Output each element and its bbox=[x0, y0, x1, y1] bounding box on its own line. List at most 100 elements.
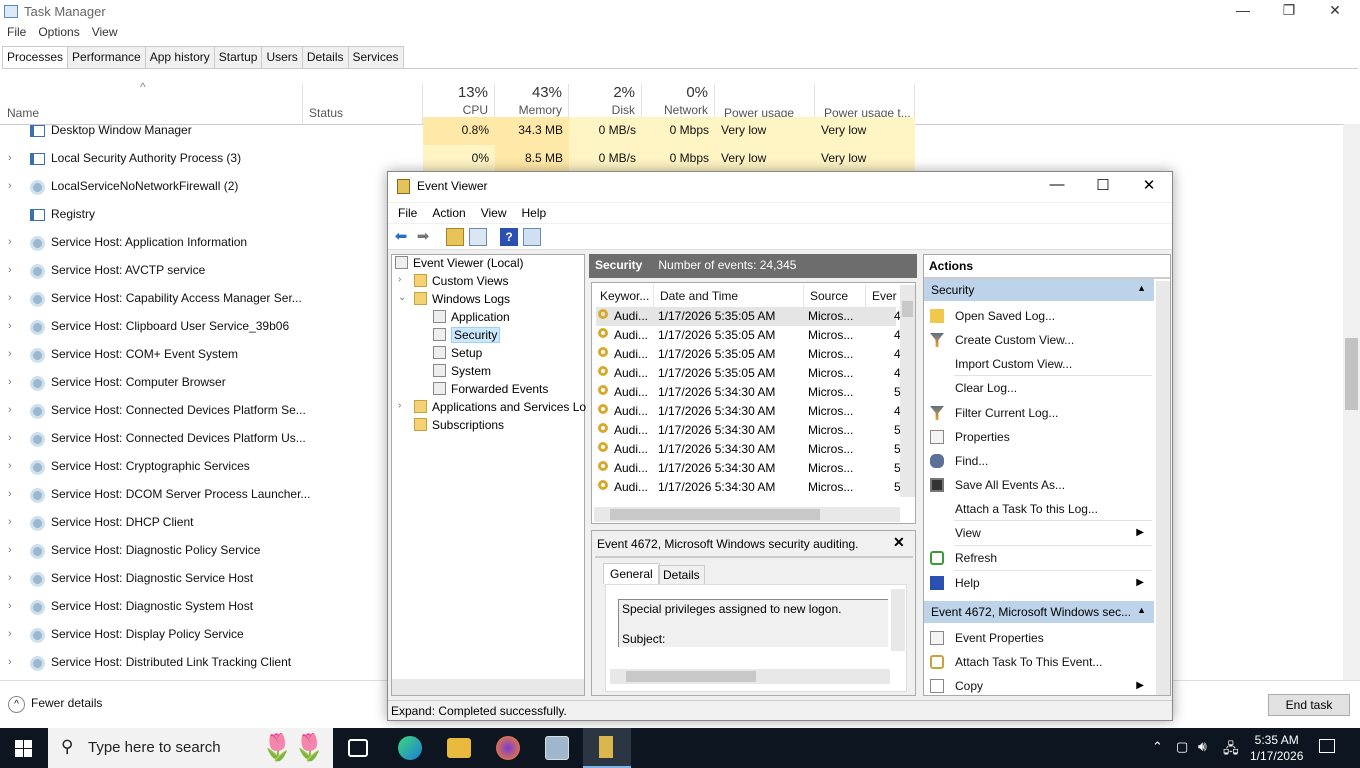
tree-node-system[interactable]: System bbox=[433, 364, 491, 382]
collapse-arrow-icon[interactable]: ▲ bbox=[1137, 605, 1146, 615]
action-properties[interactable]: Properties bbox=[924, 426, 1154, 450]
meet-now-icon[interactable]: ▢ bbox=[1176, 739, 1188, 755]
tab-startup[interactable]: Startup bbox=[213, 46, 263, 68]
tree-node-subscriptions[interactable]: Subscriptions bbox=[414, 418, 504, 436]
action-view[interactable]: View ▶ bbox=[924, 522, 1154, 546]
task-view-icon[interactable] bbox=[348, 739, 368, 757]
forward-icon[interactable]: ➡ bbox=[414, 228, 432, 246]
event-row[interactable]: Audi... 1/17/2026 5:34:30 AM Micros... 5 bbox=[596, 421, 900, 440]
close-detail-icon[interactable]: ✕ bbox=[893, 534, 905, 551]
chevron-right-icon[interactable]: › bbox=[398, 400, 401, 411]
horizontal-scrollbar[interactable] bbox=[610, 669, 890, 684]
close-button[interactable]: ✕ bbox=[1126, 176, 1172, 198]
tab-processes[interactable]: Processes bbox=[2, 46, 69, 68]
edge-icon[interactable] bbox=[398, 736, 422, 760]
tab-details[interactable]: Details bbox=[301, 46, 349, 68]
column-keywords[interactable]: Keywor... bbox=[594, 285, 654, 307]
search-box[interactable]: ⚲ Type here to search 🌷🌷 bbox=[48, 728, 333, 768]
action-help[interactable]: Help ▶ bbox=[924, 572, 1154, 596]
tree-node-applications-and-services-lo[interactable]: › Applications and Services Lo bbox=[398, 400, 586, 418]
column-source[interactable]: Source bbox=[804, 285, 866, 307]
expand-chevron-icon[interactable]: › bbox=[8, 516, 12, 528]
vertical-scrollbar[interactable] bbox=[891, 589, 905, 651]
menu-view[interactable]: View bbox=[92, 25, 118, 43]
tree-node-event-viewer-local-[interactable]: Event Viewer (Local) bbox=[395, 256, 524, 274]
menu-file[interactable]: File bbox=[398, 206, 417, 220]
expand-chevron-icon[interactable]: › bbox=[8, 404, 12, 416]
action-open-saved-log[interactable]: Open Saved Log... bbox=[924, 305, 1154, 329]
tree-node-windows-logs[interactable]: ⌄ Windows Logs bbox=[398, 292, 510, 310]
expand-chevron-icon[interactable]: › bbox=[8, 236, 12, 248]
folder-up-icon[interactable] bbox=[446, 228, 464, 246]
expand-chevron-icon[interactable]: › bbox=[8, 488, 12, 500]
action-attach-task-to-this-event[interactable]: Attach Task To This Event... bbox=[924, 651, 1154, 675]
expand-chevron-icon[interactable]: › bbox=[8, 600, 12, 612]
section-header-evt_header[interactable]: Event 4672, Microsoft Windows sec... ▲ bbox=[924, 601, 1154, 623]
event-row[interactable]: Audi... 1/17/2026 5:35:05 AM Micros... 4 bbox=[596, 326, 900, 345]
volume-icon[interactable]: 🔊︎ bbox=[1198, 738, 1207, 755]
menu-help[interactable]: Help bbox=[522, 206, 547, 220]
show-hide-tree-icon[interactable] bbox=[469, 228, 487, 246]
file-explorer-icon[interactable] bbox=[447, 738, 471, 758]
expand-chevron-icon[interactable]: › bbox=[8, 152, 12, 164]
tab-performance[interactable]: Performance bbox=[67, 46, 146, 68]
expand-chevron-icon[interactable]: › bbox=[8, 628, 12, 640]
expand-chevron-icon[interactable]: › bbox=[8, 432, 12, 444]
menu-options[interactable]: Options bbox=[38, 25, 79, 43]
tab-users[interactable]: Users bbox=[261, 46, 303, 68]
scrollbar-thumb[interactable] bbox=[902, 301, 913, 317]
process-row[interactable]: 0.8% 34.3 MB 0 MB/s 0 Mbps Very low Very low D… bbox=[0, 117, 1340, 145]
action-save-all-events-as[interactable]: Save All Events As... bbox=[924, 474, 1154, 498]
action-clear-log[interactable]: Clear Log... bbox=[924, 377, 1154, 401]
event-row[interactable]: Audi... 1/17/2026 5:34:30 AM Micros... 4 bbox=[596, 402, 900, 421]
expand-chevron-icon[interactable]: › bbox=[8, 544, 12, 556]
tab-app-history[interactable]: App history bbox=[144, 46, 215, 68]
tree-node-setup[interactable]: Setup bbox=[433, 346, 482, 364]
firefox-icon[interactable] bbox=[496, 736, 520, 760]
action-refresh[interactable]: Refresh bbox=[924, 547, 1154, 571]
expand-chevron-icon[interactable]: › bbox=[8, 656, 12, 668]
horizontal-scrollbar[interactable] bbox=[392, 679, 584, 695]
end-task-button[interactable]: End task bbox=[1268, 694, 1350, 716]
action-filter-current-log[interactable]: Filter Current Log... bbox=[924, 402, 1154, 426]
column-date-time[interactable]: Date and Time bbox=[654, 285, 804, 307]
help-icon[interactable]: ? bbox=[500, 228, 518, 246]
minimize-button[interactable]: — bbox=[1220, 2, 1266, 22]
notifications-icon[interactable] bbox=[1319, 739, 1335, 753]
network-icon[interactable]: 🖧 bbox=[1223, 738, 1239, 762]
task-manager-taskbar-icon[interactable] bbox=[545, 736, 569, 760]
process-row[interactable]: 0% 8.5 MB 0 MB/s 0 Mbps Very low Very low › Loc… bbox=[0, 145, 1340, 173]
action-copy[interactable]: Copy ▶ bbox=[924, 675, 1154, 695]
expand-chevron-icon[interactable]: › bbox=[8, 572, 12, 584]
tab-services[interactable]: Services bbox=[347, 46, 404, 68]
tree-node-forwarded-events[interactable]: Forwarded Events bbox=[433, 382, 548, 400]
expand-chevron-icon[interactable]: › bbox=[8, 376, 12, 388]
menu-view[interactable]: View bbox=[481, 206, 507, 220]
tree-node-security[interactable]: Security bbox=[433, 327, 501, 346]
event-row[interactable]: Audi... 1/17/2026 5:34:30 AM Micros... 5 bbox=[596, 478, 900, 497]
back-icon[interactable]: ⬅ bbox=[392, 228, 410, 246]
start-button[interactable] bbox=[15, 740, 32, 757]
action-create-custom-view[interactable]: Create Custom View... bbox=[924, 329, 1154, 353]
close-button[interactable]: ✕ bbox=[1312, 2, 1358, 22]
expand-chevron-icon[interactable]: › bbox=[8, 264, 12, 276]
chevron-down-icon[interactable]: ⌄ bbox=[398, 292, 406, 303]
event-row[interactable]: Audi... 1/17/2026 5:34:30 AM Micros... 5 bbox=[596, 383, 900, 402]
tree-node-application[interactable]: Application bbox=[433, 310, 510, 328]
maximize-button[interactable]: ❐ bbox=[1266, 2, 1312, 22]
expand-chevron-icon[interactable]: › bbox=[8, 292, 12, 304]
tab-details[interactable]: Details bbox=[658, 565, 705, 585]
tab-general[interactable]: General bbox=[603, 563, 660, 584]
action-attach-a-task-to-this-log[interactable]: Attach a Task To this Log... bbox=[924, 498, 1154, 522]
menu-file[interactable]: File bbox=[7, 25, 26, 43]
scrollbar-thumb[interactable] bbox=[1345, 338, 1358, 410]
minimize-button[interactable]: — bbox=[1034, 176, 1080, 198]
horizontal-scrollbar[interactable] bbox=[594, 507, 900, 522]
event-row[interactable]: Audi... 1/17/2026 5:34:30 AM Micros... 5 bbox=[596, 440, 900, 459]
event-row[interactable]: Audi... 1/17/2026 5:34:30 AM Micros... 5 bbox=[596, 459, 900, 478]
action-find[interactable]: Find... bbox=[924, 450, 1154, 474]
column-event-id[interactable]: Ever bbox=[866, 285, 902, 307]
clock[interactable]: 5:35 AM 1/17/2026 bbox=[1250, 732, 1303, 764]
scrollbar-thumb[interactable] bbox=[626, 671, 756, 682]
chevron-right-icon[interactable]: › bbox=[398, 274, 401, 285]
